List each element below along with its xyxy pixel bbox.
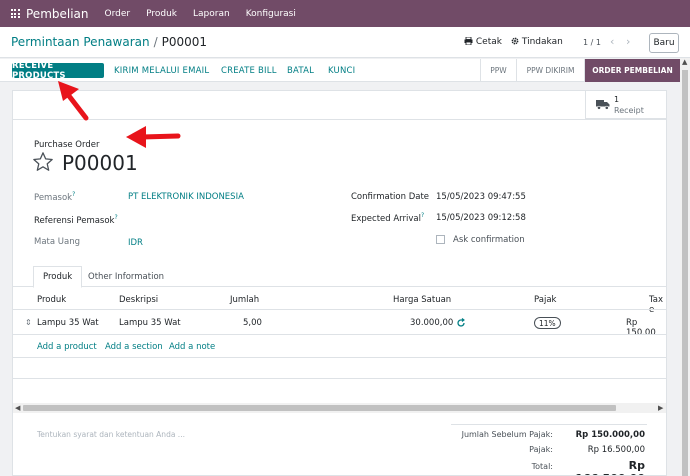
divider [451,424,647,425]
app-menu-icon[interactable] [4,0,26,27]
receipt-label: Receipt [614,106,644,115]
ask-confirmation-checkbox[interactable] [436,235,445,244]
confirm-date-field[interactable]: 15/05/2023 09:47:55 [436,192,526,202]
col-header-description[interactable]: Deskripsi [119,295,158,305]
ask-confirmation-label: Ask confirmation [453,235,525,245]
drag-handle-icon[interactable]: ⇕ [25,318,32,327]
status-bar: RECEIVE PRODUCTS KIRIM MELALUI EMAIL CRE… [0,59,690,82]
add-product-link[interactable]: Add a product [37,342,97,352]
divider [13,309,666,310]
breadcrumb: Permintaan Penawaran / P00001 [11,35,207,49]
tax-value: Rp 16.500,00 [587,445,645,455]
divider [13,357,666,358]
action-button[interactable]: Tindakan [511,37,563,47]
send-email-button[interactable]: KIRIM MELALUI EMAIL [114,63,209,78]
top-navbar: Pembelian Order Produk Laporan Konfigura… [0,0,690,27]
cancel-button[interactable]: BATAL [287,63,314,78]
vertical-scrollbar[interactable]: ▲ [680,58,690,476]
tab-other-information[interactable]: Other Information [79,266,173,288]
lock-button[interactable]: KUNCI [328,63,355,78]
pager-prev-icon[interactable]: ‹ [610,35,614,48]
help-icon[interactable]: ? [421,212,424,219]
stage-ppw-sent[interactable]: PPW DIKIRIM [516,59,584,82]
form-sheet: 1 Receipt Purchase Order P00001 Pemasok?… [12,90,667,476]
control-panel: Permintaan Penawaran / P00001 Cetak Tindak… [0,27,690,58]
scroll-up-icon[interactable]: ▲ [682,58,687,66]
breadcrumb-parent[interactable]: Permintaan Penawaran [11,35,150,49]
printer-icon [464,36,473,46]
record-name[interactable]: P00001 [62,151,138,175]
row-product[interactable]: Lampu 35 Wat [37,318,99,328]
terms-input[interactable]: Tentukan syarat dan ketentuan Anda ... [37,430,185,439]
row-unit-price[interactable]: 30.000,00 [410,318,453,328]
help-icon[interactable]: ? [114,214,117,221]
untaxed-value: Rp 150.000,00 [575,430,645,440]
create-bill-button[interactable]: CREATE BILL [221,63,277,78]
truck-icon [596,100,610,110]
receive-products-button[interactable]: RECEIVE PRODUCTS [12,61,104,81]
menu-order[interactable]: Order [105,9,131,19]
scroll-left-icon[interactable]: ◀ [15,404,20,412]
currency-field[interactable]: IDR [128,238,143,248]
print-button[interactable]: Cetak [464,36,502,47]
expected-arrival-field[interactable]: 15/05/2023 09:12:58 [436,213,526,223]
app-name[interactable]: Pembelian [26,7,89,21]
receipt-count: 1 [614,95,620,104]
vendor-ref-label: Referensi Pemasok? [34,214,118,226]
breadcrumb-separator: / [153,35,158,49]
scrollbar-thumb[interactable] [682,70,688,476]
stage-ppw[interactable]: PPW [480,59,516,82]
menu-konfigurasi[interactable]: Konfigurasi [246,9,296,19]
tax-label: Pajak: [529,445,553,454]
record-type-label: Purchase Order [34,140,100,150]
horizontal-scrollbar[interactable]: ◀ ▶ [13,403,666,413]
confirm-date-label: Confirmation Date [351,192,430,202]
row-quantity[interactable]: 5,00 [243,318,262,328]
add-note-link[interactable]: Add a note [169,342,215,352]
expected-arrival-label: Expected Arrival? [351,212,425,224]
divider [13,119,666,120]
divider [13,334,666,335]
vendor-ref-field[interactable] [128,214,318,226]
vendor-label: Pemasok? [34,191,76,203]
pager-next-icon[interactable]: › [626,35,630,48]
new-button[interactable]: Baru [649,33,679,53]
star-icon[interactable] [32,151,54,173]
col-header-product[interactable]: Produk [37,295,66,305]
untaxed-label: Jumlah Sebelum Pajak: [461,430,553,439]
notebook-tabs: Produk Other Information [13,264,666,288]
divider [13,378,666,379]
row-description[interactable]: Lampu 35 Wat [119,318,181,328]
menu-produk[interactable]: Produk [146,9,177,19]
refresh-icon[interactable] [456,318,466,328]
currency-label: Mata Uang [34,237,80,247]
col-header-quantity[interactable]: Jumlah [230,295,259,305]
print-label: Cetak [475,37,502,47]
add-section-link[interactable]: Add a section [105,342,163,352]
menu-laporan[interactable]: Laporan [193,9,230,19]
total-label: Total: [531,462,553,471]
scroll-right-icon[interactable]: ▶ [658,404,663,412]
stage-purchase-order[interactable]: ORDER PEMBELIAN [584,59,680,82]
pager-value[interactable]: 1 / 1 [583,38,601,47]
scrollbar-thumb[interactable] [23,405,616,411]
col-header-tax-excl[interactable]: Tax e [649,295,666,315]
action-label: Tindakan [521,37,563,47]
col-header-unit-price[interactable]: Harga Satuan [393,295,451,305]
vendor-field[interactable]: PT ELEKTRONIK INDONESIA [128,192,244,202]
receipt-smart-button[interactable]: 1 Receipt [585,91,666,119]
tax-badge[interactable]: 11% [534,317,561,329]
help-icon[interactable]: ? [72,191,75,198]
tab-produk[interactable]: Produk [33,266,83,288]
total-value: Rp 166.500,00 [575,459,645,475]
col-header-tax[interactable]: Pajak [534,295,556,305]
breadcrumb-current: P00001 [161,35,208,49]
gear-icon [511,37,519,45]
row-subtotal: Rp 150.00 [626,318,656,338]
